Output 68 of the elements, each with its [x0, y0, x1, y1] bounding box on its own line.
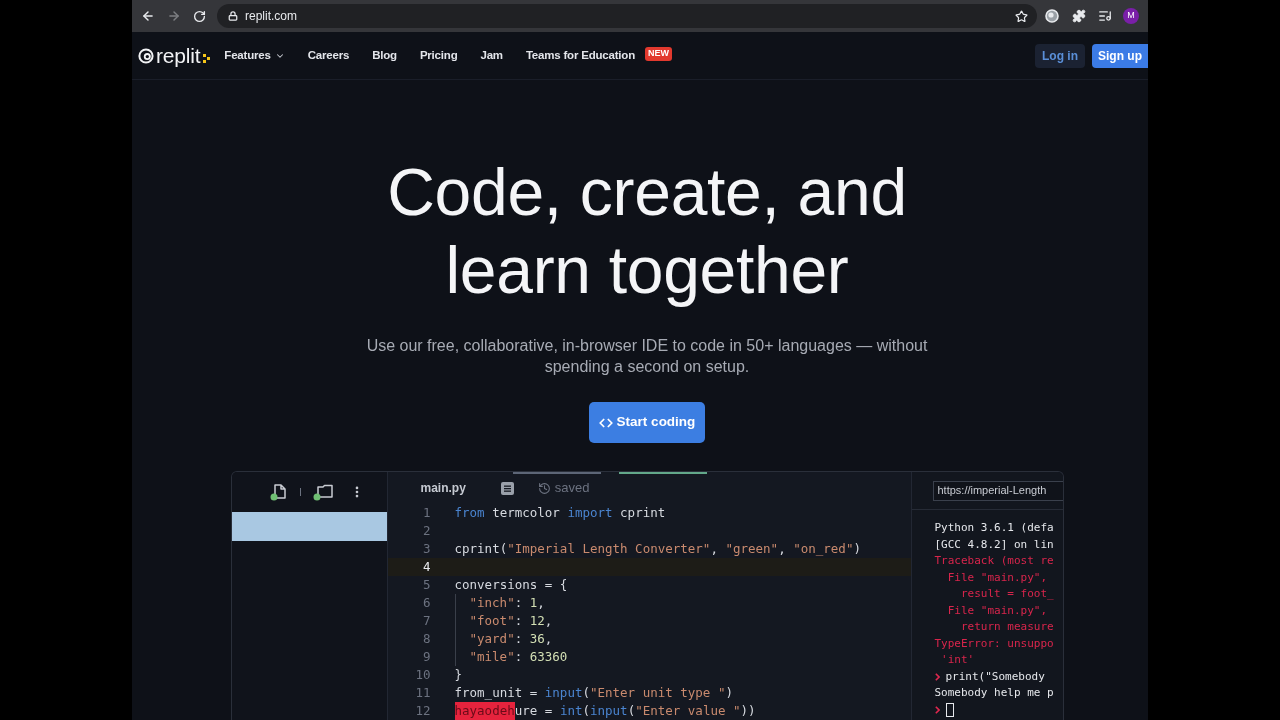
line-number: 11 [414, 683, 431, 702]
nav-link[interactable]: Blog [372, 46, 397, 65]
code-text: "inch": 1, [454, 594, 545, 612]
line-number: 3 [421, 539, 431, 558]
dots-icon [203, 54, 211, 63]
console-line: TypeError: unsuppo [933, 635, 1055, 652]
profile-avatar[interactable]: M [1123, 8, 1139, 24]
code-text: cprint("Imperial Length Converter", "green", "on_red") [454, 540, 861, 558]
console-line: [GCC 4.8.2] on lin [933, 536, 1055, 553]
console-line: Python 3.6.1 (defa [933, 520, 1055, 536]
line-number: 10 [414, 665, 431, 684]
bookmark-star-icon[interactable] [1015, 9, 1028, 23]
code-text: } [454, 666, 463, 684]
console-line: File "main.py", [946, 602, 1049, 619]
line-number: 7 [421, 611, 431, 630]
circle-icon[interactable] [1045, 9, 1059, 23]
cursor-icon [945, 702, 954, 717]
start-coding-button[interactable]: Start coding [588, 402, 706, 443]
file-icon[interactable] [269, 483, 288, 501]
url-field[interactable]: https://imperial-Length [932, 480, 1063, 501]
code-text: "mile": 63360 [454, 648, 568, 666]
hero-title: Code, create, and learn together [387, 154, 907, 309]
hero-subtitle: Use our free, collaborative, in-browser IDE to code in 50+ languages — without spending a second on setup. [365, 336, 929, 377]
rings-icon[interactable] [138, 47, 154, 64]
nav-link[interactable]: Teams for Education [525, 46, 635, 65]
folder-icon[interactable] [312, 483, 334, 501]
console-line: return measure [960, 619, 1055, 635]
line-number: 8 [421, 629, 431, 648]
address-bar[interactable]: replit.com [217, 4, 1037, 28]
nav-link[interactable]: Pricing [419, 46, 458, 65]
file-tab[interactable]: main.py [420, 479, 466, 497]
logo-text[interactable]: replit [156, 45, 201, 66]
line-number: 5 [421, 575, 431, 594]
console-line: File "main.py", [946, 569, 1049, 586]
line-number: 2 [421, 521, 431, 540]
line-number: 1 [421, 503, 431, 522]
save-status: saved [554, 479, 590, 498]
reload-icon[interactable] [193, 9, 206, 23]
lock-icon [228, 11, 238, 21]
history-icon [537, 481, 551, 495]
new-badge: NEW [645, 47, 672, 61]
signup-button[interactable]: Sign up [1092, 43, 1148, 68]
prompt-chevron-icon [934, 705, 940, 714]
line-number: 12 [414, 701, 431, 720]
code-text: "foot": 12, [454, 612, 553, 630]
console-line: Traceback (most re [933, 553, 1055, 569]
playlist-icon[interactable] [1098, 9, 1112, 23]
prompt-chevron-icon [934, 672, 940, 681]
console-line: 'int' [940, 652, 976, 668]
code-text: "yard": 36, [454, 630, 553, 648]
login-button[interactable]: Log in [1035, 43, 1085, 68]
console-line: print("Somebody [945, 668, 1045, 685]
back-icon[interactable] [141, 9, 155, 23]
code-text: from_unit = input("Enter unit type ") [454, 684, 733, 702]
nav-link[interactable]: Jam [480, 46, 503, 65]
console-line: result = foot_ [960, 586, 1055, 602]
line-number: 6 [421, 593, 431, 612]
line-number: 4 [421, 557, 431, 576]
console-line: Somebody help me p [933, 685, 1055, 701]
code-text: ure = int(input("Enter value ")) [514, 702, 756, 720]
collaborator-label: hayaodeh [454, 701, 515, 720]
puzzle-icon[interactable] [1072, 9, 1086, 23]
code-text: conversions = { [454, 576, 568, 594]
line-number: 9 [421, 647, 431, 666]
document-icon[interactable] [500, 481, 514, 495]
nav-link[interactable]: Careers [307, 46, 350, 65]
code-text: from termcolor import cprint [454, 504, 666, 522]
nav-link[interactable]: Features [224, 46, 285, 65]
